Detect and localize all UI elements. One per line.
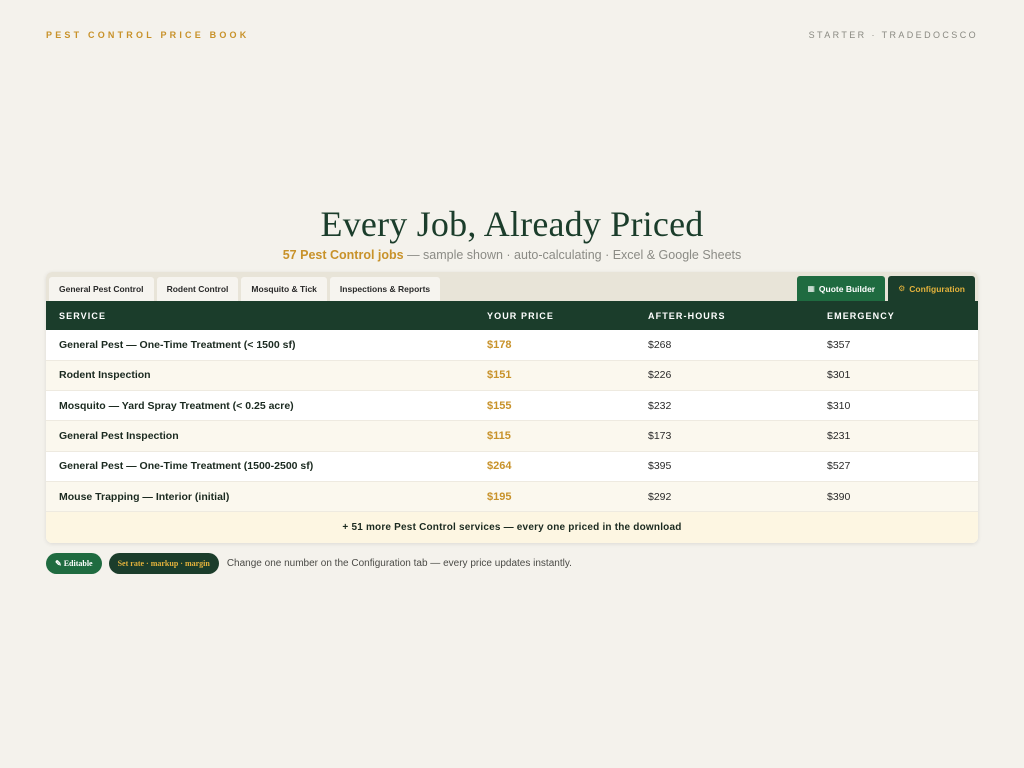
tab-quote-builder[interactable]: ▦ Quote Builder: [797, 276, 886, 301]
price-table: SERVICE YOUR PRICE AFTER-HOURS EMERGENCY…: [46, 301, 978, 512]
service-cell: Mosquito — Yard Spray Treatment (< 0.25 …: [59, 399, 294, 412]
after-hours-cell: $395: [648, 460, 672, 473]
service-cell: General Pest — One-Time Treatment (1500-…: [59, 460, 314, 473]
tab-quote-builder-label: Quote Builder: [818, 283, 876, 294]
column-header-your-price: YOUR PRICE: [487, 310, 555, 321]
emergency-cell: $231: [827, 430, 851, 443]
service-cell: Rodent Inspection: [59, 369, 151, 382]
spreadsheet-icon: ▦: [807, 284, 815, 293]
table-row: Rodent Inspection $151 $226 $301: [46, 360, 978, 391]
gear-icon: ⚙: [898, 284, 906, 293]
utility-tabs: ▦ Quote Builder ⚙ Configuration: [797, 276, 975, 301]
column-header-emergency: EMERGENCY: [827, 310, 895, 321]
price-cell: $264: [487, 460, 512, 473]
configuration-note: Change one number on the Configuration t…: [226, 558, 572, 569]
after-hours-cell: $292: [648, 490, 672, 503]
service-cell: General Pest Inspection: [59, 430, 179, 443]
table-row: General Pest — One-Time Treatment (1500-…: [46, 451, 978, 482]
after-hours-cell: $173: [648, 430, 672, 443]
tab-configuration-label: Configuration: [909, 283, 965, 294]
category-tabs: General Pest Control Rodent Control Mosq…: [49, 277, 441, 301]
table-row: Mouse Trapping — Interior (initial) $195…: [46, 481, 978, 512]
emergency-cell: $527: [827, 460, 851, 473]
column-header-after-hours: AFTER-HOURS: [648, 310, 726, 321]
price-cell: $155: [487, 399, 512, 412]
rate-markup-margin-badge: Set rate · markup · margin: [108, 553, 219, 574]
tab-inspections-reports[interactable]: Inspections & Reports: [329, 277, 441, 301]
page-subtitle: 57 Pest Control jobs — sample shown · au…: [0, 248, 1024, 262]
table-row: General Pest Inspection $115 $173 $231: [46, 420, 978, 452]
table-header-row: SERVICE YOUR PRICE AFTER-HOURS EMERGENCY: [46, 301, 978, 330]
footer-notes: ✎ Editable Set rate · markup · margin Ch…: [46, 553, 572, 574]
price-cell: $115: [487, 430, 511, 443]
more-services-banner: + 51 more Pest Control services — every …: [46, 512, 978, 544]
tab-general-pest-control[interactable]: General Pest Control: [49, 277, 154, 301]
plan-label: STARTER · TRADEDOCSCO: [808, 30, 978, 40]
brand-label: PEST CONTROL PRICE BOOK: [46, 30, 250, 40]
service-cell: General Pest — One-Time Treatment (< 150…: [59, 338, 296, 351]
emergency-cell: $301: [827, 369, 851, 382]
tab-configuration[interactable]: ⚙ Configuration: [888, 276, 975, 301]
sheet-tab-bar: General Pest Control Rodent Control Mosq…: [46, 272, 978, 301]
table-row: General Pest — One-Time Treatment (< 150…: [46, 330, 978, 361]
price-cell: $151: [487, 369, 512, 382]
price-cell: $195: [487, 490, 512, 503]
emergency-cell: $390: [827, 490, 851, 503]
after-hours-cell: $226: [648, 369, 672, 382]
after-hours-cell: $268: [648, 338, 672, 351]
editable-badge: ✎ Editable: [46, 553, 102, 574]
column-header-service: SERVICE: [59, 310, 107, 321]
tab-rodent-control[interactable]: Rodent Control: [156, 277, 239, 301]
job-count-highlight: 57 Pest Control jobs: [282, 248, 404, 262]
table-row: Mosquito — Yard Spray Treatment (< 0.25 …: [46, 390, 978, 421]
price-cell: $178: [487, 338, 512, 351]
hero: Every Job, Already Priced 57 Pest Contro…: [0, 203, 1024, 262]
page-title: Every Job, Already Priced: [320, 204, 704, 244]
emergency-cell: $310: [827, 399, 851, 412]
price-table-card: General Pest Control Rodent Control Mosq…: [46, 272, 978, 544]
subtitle-text: — sample shown · auto-calculating · Exce…: [403, 248, 742, 262]
after-hours-cell: $232: [648, 399, 672, 412]
tab-mosquito-tick[interactable]: Mosquito & Tick: [241, 277, 327, 301]
service-cell: Mouse Trapping — Interior (initial): [59, 490, 230, 503]
top-bar: PEST CONTROL PRICE BOOK STARTER · TRADED…: [46, 30, 978, 40]
emergency-cell: $357: [827, 338, 851, 351]
